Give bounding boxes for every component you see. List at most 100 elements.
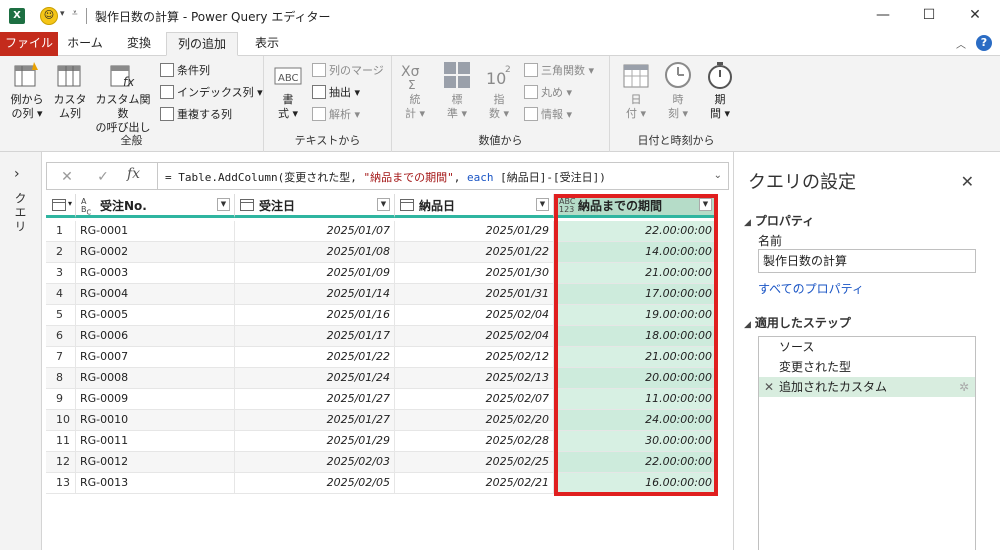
parse-button[interactable]: 解析 ▾ (312, 106, 360, 124)
extract-button[interactable]: 抽出 ▾ (312, 84, 360, 102)
custom-column-button[interactable]: カスタ ム列 (52, 60, 88, 121)
cell-order-no[interactable]: RG-0005 (76, 305, 235, 326)
fx-icon[interactable]: fx (127, 166, 140, 182)
filter-dropdown-icon[interactable]: ▼ (699, 198, 712, 211)
trigonometry-button[interactable]: 三角関数 ▾ (524, 62, 594, 80)
cell-delivery-date[interactable]: 2025/01/22 (395, 242, 554, 263)
cell-order-date[interactable]: 2025/01/09 (235, 263, 395, 284)
cell-delivery-date[interactable]: 2025/02/13 (395, 368, 554, 389)
cell-order-no[interactable]: RG-0012 (76, 452, 235, 473)
cell-lead-time[interactable]: 22.00:00:00 (554, 221, 717, 242)
step-added-custom[interactable]: ✕ 追加されたカスタム ✲ (759, 377, 975, 397)
cell-order-no[interactable]: RG-0011 (76, 431, 235, 452)
cell-lead-time[interactable]: 20.00:00:00 (554, 368, 717, 389)
cell-order-no[interactable]: RG-0007 (76, 347, 235, 368)
row-number[interactable]: 12 (46, 452, 76, 473)
invoke-custom-function-button[interactable]: fx カスタム関数 の呼び出し (92, 60, 154, 135)
cell-order-date[interactable]: 2025/01/07 (235, 221, 395, 242)
close-settings-icon[interactable]: ✕ (961, 172, 974, 191)
all-properties-link[interactable]: すべてのプロパティ (758, 280, 864, 297)
cell-order-no[interactable]: RG-0010 (76, 410, 235, 431)
properties-section-header[interactable]: ◢ プロパティ (744, 212, 814, 229)
duration-button[interactable]: 期 間 ▾ (702, 60, 738, 121)
tab-file[interactable]: ファイル (0, 32, 58, 56)
duplicate-column-button[interactable]: 重複する列 (160, 106, 232, 124)
gear-icon[interactable]: ✲ (959, 377, 969, 397)
cell-lead-time[interactable]: 14.00:00:00 (554, 242, 717, 263)
cell-order-date[interactable]: 2025/01/27 (235, 410, 395, 431)
column-header-order-date[interactable]: 受注日 ▼ (235, 194, 395, 218)
format-button[interactable]: ABC 書 式 ▾ (270, 60, 306, 121)
information-button[interactable]: 情報 ▾ (524, 106, 572, 124)
cell-lead-time[interactable]: 24.00:00:00 (554, 410, 717, 431)
merge-columns-button[interactable]: 列のマージ (312, 62, 384, 80)
column-from-examples-button[interactable]: 例から の列 ▾ (6, 60, 48, 121)
cell-lead-time[interactable]: 18.00:00:00 (554, 326, 717, 347)
cell-delivery-date[interactable]: 2025/02/28 (395, 431, 554, 452)
cell-order-no[interactable]: RG-0003 (76, 263, 235, 284)
expand-formula-chevron-icon[interactable]: ⌄ (714, 170, 722, 181)
filter-dropdown-icon[interactable]: ▼ (536, 198, 549, 211)
cell-lead-time[interactable]: 22.00:00:00 (554, 452, 717, 473)
cell-order-no[interactable]: RG-0013 (76, 473, 235, 494)
maximize-button[interactable]: ☐ (914, 4, 944, 26)
row-number[interactable]: 7 (46, 347, 76, 368)
tab-add-column[interactable]: 列の追加 (166, 32, 238, 56)
conditional-column-button[interactable]: 条件列 (160, 62, 210, 80)
cell-delivery-date[interactable]: 2025/02/04 (395, 326, 554, 347)
close-window-button[interactable]: ✕ (960, 4, 990, 26)
cell-lead-time[interactable]: 11.00:00:00 (554, 389, 717, 410)
cell-lead-time[interactable]: 21.00:00:00 (554, 347, 717, 368)
cell-order-date[interactable]: 2025/01/08 (235, 242, 395, 263)
cell-order-date[interactable]: 2025/01/29 (235, 431, 395, 452)
cell-lead-time[interactable]: 16.00:00:00 (554, 473, 717, 494)
cell-lead-time[interactable]: 30.00:00:00 (554, 431, 717, 452)
row-number[interactable]: 8 (46, 368, 76, 389)
row-number[interactable]: 2 (46, 242, 76, 263)
rounding-button[interactable]: 丸め ▾ (524, 84, 572, 102)
cell-order-date[interactable]: 2025/01/22 (235, 347, 395, 368)
cell-lead-time[interactable]: 17.00:00:00 (554, 284, 717, 305)
query-name-input[interactable]: 製作日数の計算 (758, 249, 976, 273)
column-header-order-no[interactable]: A BC 受注No. ▼ (76, 194, 235, 218)
tab-view[interactable]: 表示 (242, 32, 292, 56)
cell-order-date[interactable]: 2025/01/24 (235, 368, 395, 389)
step-source[interactable]: ソース (759, 337, 975, 357)
index-column-button[interactable]: インデックス列 ▾ (160, 84, 263, 102)
cell-delivery-date[interactable]: 2025/02/04 (395, 305, 554, 326)
column-header-delivery-date[interactable]: 納品日 ▼ (395, 194, 554, 218)
collapse-ribbon-icon[interactable]: ︿ (956, 36, 966, 51)
cell-order-no[interactable]: RG-0001 (76, 221, 235, 242)
expand-queries-chevron-icon[interactable]: › (14, 166, 20, 182)
tab-home[interactable]: ホーム (60, 32, 110, 56)
date-button[interactable]: 日 付 ▾ (618, 60, 654, 121)
row-number[interactable]: 13 (46, 473, 76, 494)
cell-order-no[interactable]: RG-0004 (76, 284, 235, 305)
row-number[interactable]: 3 (46, 263, 76, 284)
tab-transform[interactable]: 変換 (114, 32, 164, 56)
filter-dropdown-icon[interactable]: ▼ (217, 198, 230, 211)
cell-order-date[interactable]: 2025/01/14 (235, 284, 395, 305)
standard-button[interactable]: 標 準 ▾ (440, 60, 474, 121)
cell-order-date[interactable]: 2025/01/16 (235, 305, 395, 326)
cell-order-date[interactable]: 2025/01/17 (235, 326, 395, 347)
row-number[interactable]: 9 (46, 389, 76, 410)
row-number[interactable]: 1 (46, 221, 76, 242)
cell-delivery-date[interactable]: 2025/02/20 (395, 410, 554, 431)
row-number[interactable]: 10 (46, 410, 76, 431)
delete-step-icon[interactable]: ✕ (764, 377, 774, 397)
cell-order-no[interactable]: RG-0006 (76, 326, 235, 347)
cell-delivery-date[interactable]: 2025/01/29 (395, 221, 554, 242)
row-number[interactable]: 6 (46, 326, 76, 347)
cell-lead-time[interactable]: 19.00:00:00 (554, 305, 717, 326)
help-icon[interactable]: ? (976, 35, 992, 51)
cell-order-no[interactable]: RG-0009 (76, 389, 235, 410)
scientific-button[interactable]: 10 2 指 数 ▾ (482, 60, 516, 121)
cell-order-no[interactable]: RG-0002 (76, 242, 235, 263)
column-header-lead-time[interactable]: ABC 123 納品までの期間 ▼ (554, 194, 717, 218)
cell-delivery-date[interactable]: 2025/02/12 (395, 347, 554, 368)
cell-order-date[interactable]: 2025/02/03 (235, 452, 395, 473)
cancel-formula-icon[interactable]: ✕ (55, 167, 79, 187)
filter-dropdown-icon[interactable]: ▼ (377, 198, 390, 211)
table-menu-button[interactable]: ▾ (46, 194, 76, 218)
